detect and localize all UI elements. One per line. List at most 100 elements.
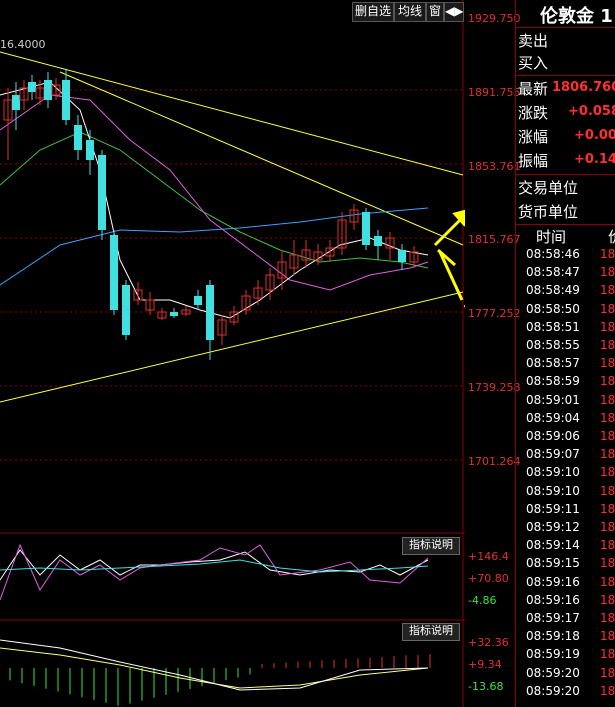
divider [516,27,615,28]
tick-time: 08:59:06 [526,429,580,443]
tick-price: 180 [600,683,615,698]
window-button[interactable]: 窗 [426,2,444,22]
tick-time: 08:59:16 [526,574,580,589]
indicator2-help-button[interactable]: 指标说明 [402,623,460,641]
quote-panel: 伦敦金 1 卖出 买入 最新 1806.7600 涨跌 +0.0584 涨幅 +… [515,0,615,707]
candle-body [86,140,94,160]
divider [516,224,615,225]
indicator1-line [0,549,429,581]
indicator1-line [0,543,429,601]
candle-body [194,296,202,305]
tick-price: 180 [600,265,615,280]
tick-time: 08:59:01 [526,392,580,407]
candle-body [374,236,382,246]
tick-price: 180 [600,410,615,425]
tick-price: 180 [600,520,615,534]
indicator1-label: +146.4 [468,550,509,563]
tick-time: 08:59:10 [526,465,580,480]
tick-time: 08:58:47 [526,265,580,280]
indicator2-label: +9.34 [468,658,502,671]
change-pct-label: 涨幅 [518,128,549,146]
remove-watchlist-button[interactable]: 删自选 [352,2,394,22]
tick-price: 180 [600,356,615,371]
candle-body [44,80,52,100]
candle-body [28,82,36,92]
change-pct-value: +0.00% [574,128,615,143]
tick-price: 180 [600,629,615,644]
candle-body [74,125,82,150]
amplitude-label: 振幅 [518,152,549,170]
tick-time: 08:59:04 [526,410,580,425]
tick-time: 08:59:07 [526,447,580,462]
tick-price-header: 价 [608,226,615,247]
top-left-value: 16.4000 [0,38,46,51]
tick-price: 180 [600,247,615,261]
tick-price: 180 [600,647,615,662]
arrow-down-right [438,251,464,301]
price-chart[interactable]: 删自选 均线 窗 ◀▶ 16.4000 指标说明 指标说明 [0,0,465,707]
tick-price: 180 [600,611,615,625]
indicator1-label: +70.80 [468,572,509,585]
ma-line-magenta [0,94,429,291]
tick-time: 08:58:59 [526,374,580,389]
tick-time: 08:59:17 [526,611,580,625]
annotation-arrows [433,209,465,308]
chart-canvas[interactable] [0,0,465,707]
tick-price: 180 [600,447,615,462]
tick-time: 08:58:49 [526,283,580,298]
candle-body [12,95,20,110]
instrument-name: 伦敦金 [540,6,594,27]
tick-price: 180 [600,574,615,589]
tick-time: 08:58:51 [526,319,580,334]
latest-value: 1806.7600 [552,80,615,95]
tick-price: 180 [600,665,615,680]
tick-time: 08:58:55 [526,338,580,352]
candle-body [110,235,118,310]
tick-time: 08:58:46 [526,247,580,261]
candle-body [62,80,70,120]
tick-price: 180 [600,556,615,571]
indicator2-label: -13.68 [468,680,504,693]
candle-body [170,312,178,316]
tick-price: 180 [600,465,615,480]
chart-grid [0,89,465,461]
tick-time: 08:59:20 [526,683,580,698]
indicator1-line [0,559,429,573]
tick-price: 180 [600,338,615,352]
indicator1-help-button[interactable]: 指标说明 [402,537,460,555]
tick-price: 180 [600,319,615,334]
price-label: 1777.252 [468,307,521,320]
price-label: 1701.264 [468,455,521,468]
latest-label: 最新 [518,80,549,98]
indicator1-label: -4.86 [468,594,497,607]
currency-unit-label: 货币单位 [518,203,579,221]
ma-button[interactable]: 均线 [394,2,426,22]
tick-price: 180 [600,392,615,407]
tick-price: 180 [600,301,615,316]
tick-time: 08:59:19 [526,647,580,662]
price-label: 1815.767 [468,233,521,246]
tick-time: 08:59:14 [526,538,580,553]
price-label: 1891.755 [468,86,521,99]
indicator2-label: +32.36 [468,636,509,649]
candle-body [122,285,130,335]
tick-time: 08:59:11 [526,501,580,516]
tick-price: 180 [600,429,615,443]
ma-line-green [0,131,429,269]
instrument-title: 伦敦金 1 [540,2,613,28]
tick-price: 180 [600,483,615,498]
tick-time: 08:58:50 [526,301,580,316]
change-label: 涨跌 [518,104,549,122]
price-label: 1739.258 [468,381,521,394]
trade-unit-label: 交易单位 [518,179,579,197]
scroll-button[interactable]: ◀▶ [444,2,464,22]
tick-time: 08:59:10 [526,483,580,498]
candle-body [362,212,370,245]
change-value: +0.0584 [568,104,615,119]
instrument-name-suffix: 1 [600,6,613,27]
tick-price: 180 [600,283,615,298]
tick-time: 08:59:18 [526,629,580,644]
tick-time: 08:58:57 [526,356,580,371]
price-label: 1853.761 [468,160,521,173]
sell-label: 卖出 [518,32,549,50]
